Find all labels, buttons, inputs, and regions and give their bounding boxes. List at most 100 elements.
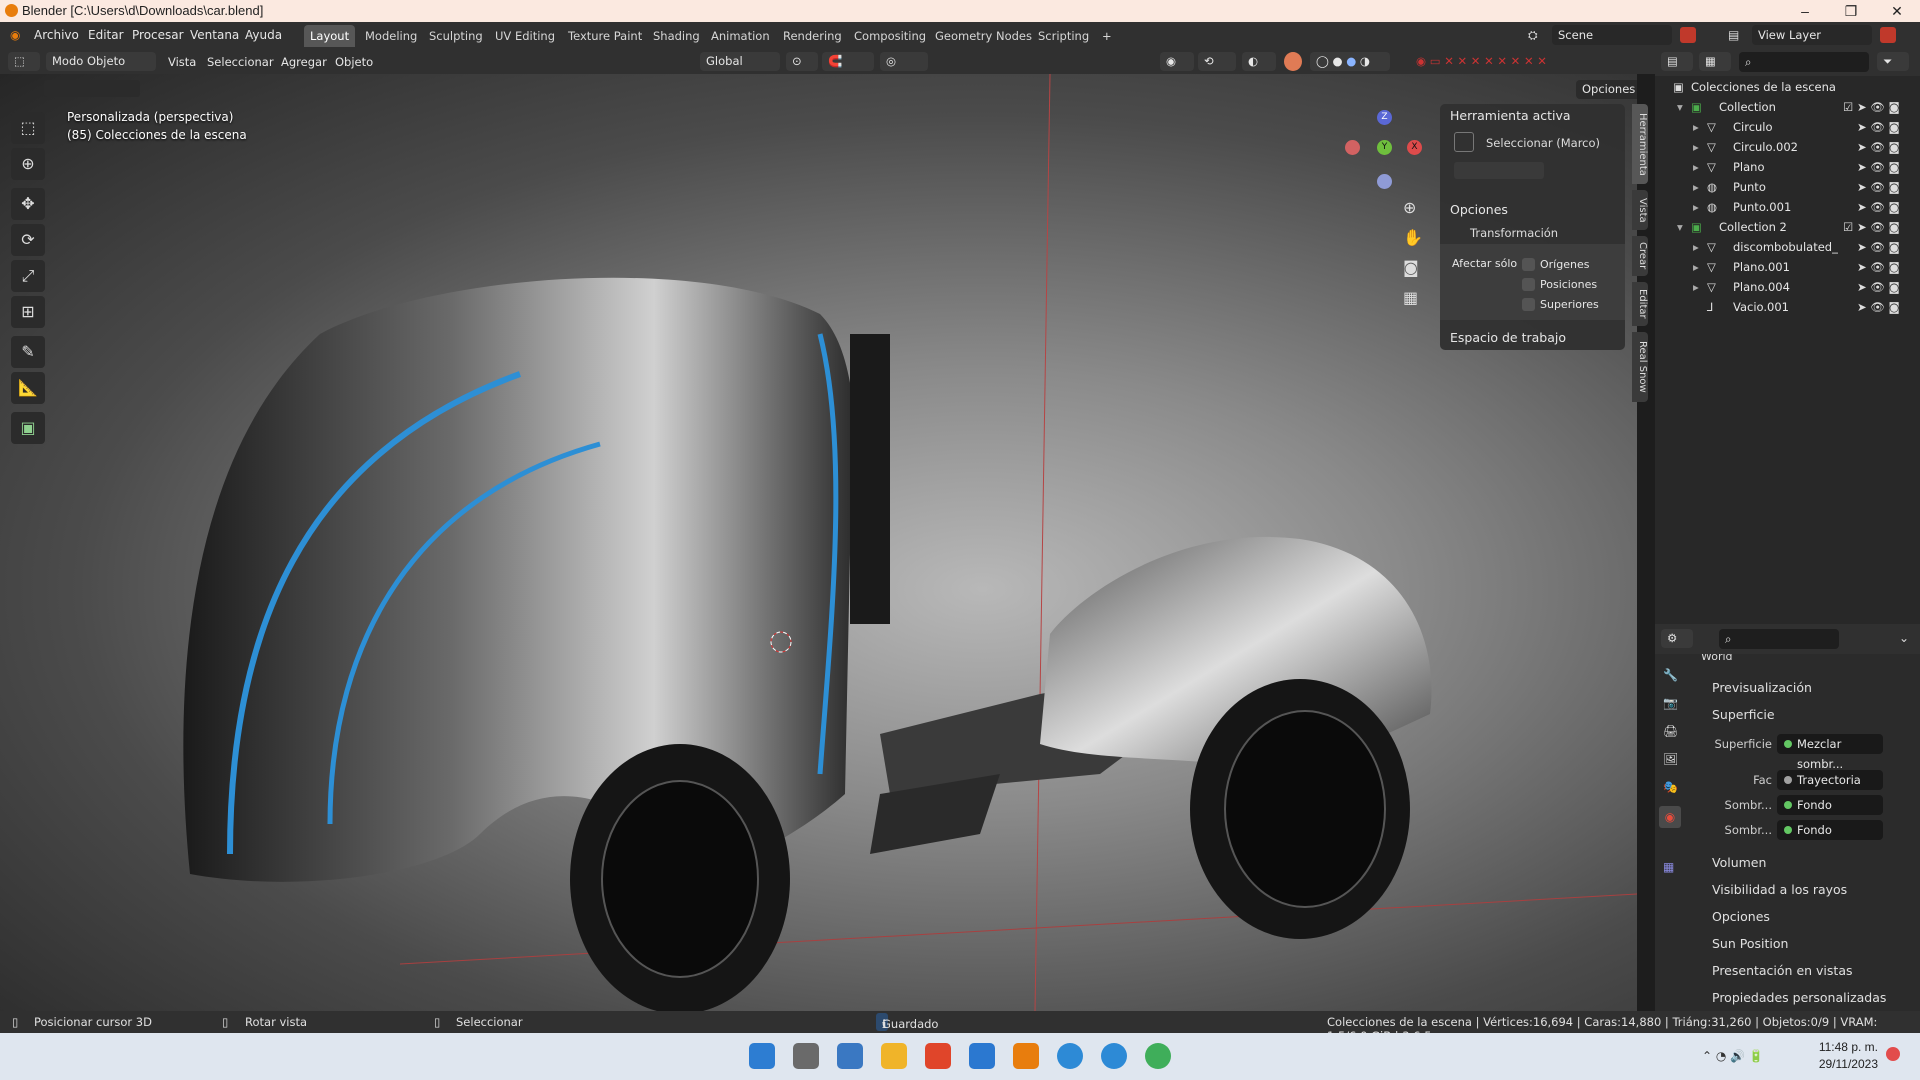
view-layer-tab-icon[interactable]: 🖼: [1663, 752, 1678, 766]
tab-herramienta[interactable]: Herramienta: [1632, 104, 1648, 184]
file-explorer-icon[interactable]: [881, 1043, 907, 1069]
expand-arrow-icon[interactable]: ▸: [1693, 180, 1699, 194]
row-controls-icons[interactable]: ☑ ➤ 👁 ◙: [1843, 100, 1900, 114]
section-preview[interactable]: Previsualización: [1712, 680, 1812, 695]
outliner-item-plano-004[interactable]: ▸ ▽ Plano.004 ➤ 👁 ◙: [1655, 277, 1920, 297]
xray-icon[interactable]: [1284, 52, 1302, 71]
blender-taskbar-icon[interactable]: [1013, 1043, 1039, 1069]
texture-tab-icon[interactable]: ▦: [1663, 860, 1674, 874]
checkbox-origins[interactable]: [1522, 258, 1535, 271]
row-controls-icons[interactable]: ➤ 👁 ◙: [1857, 200, 1900, 214]
scene-tab-icon[interactable]: 🎭: [1663, 780, 1678, 794]
properties-search-input[interactable]: ⌕: [1719, 629, 1839, 649]
filter-icon[interactable]: ⏷: [1877, 52, 1909, 71]
menu-procesar[interactable]: Procesar: [132, 28, 184, 42]
section-sun-position[interactable]: Sun Position: [1712, 936, 1788, 951]
outliner-item-plano[interactable]: ▸ ▽ Plano ➤ 👁 ◙: [1655, 157, 1920, 177]
gizmo-neg-z-axis[interactable]: [1377, 174, 1392, 189]
fac-field[interactable]: Trayectoria de...: [1777, 770, 1883, 807]
transform-tool-icon[interactable]: ⊞: [11, 296, 45, 328]
section-ray-visibility[interactable]: Visibilidad a los rayos: [1712, 882, 1847, 897]
minimize-button[interactable]: –: [1782, 0, 1828, 22]
row-controls-icons[interactable]: ☑ ➤ 👁 ◙: [1843, 220, 1900, 234]
mode-selector[interactable]: Modo Objeto: [46, 52, 156, 71]
scene-icon[interactable]: ⛭: [1528, 28, 1538, 43]
expand-arrow-icon[interactable]: ▸: [1693, 240, 1699, 254]
outliner-item-collection[interactable]: ▾ ▣ Collection ☑ ➤ 👁 ◙: [1655, 97, 1920, 117]
blender-menu-icon[interactable]: ◉: [10, 28, 20, 42]
active-tool-header[interactable]: Herramienta activa: [1450, 108, 1571, 123]
editor-type-icon[interactable]: ⬚: [8, 52, 40, 71]
menu-agregar[interactable]: Agregar: [281, 55, 327, 69]
surface-shader-field[interactable]: Mezclar sombr...: [1777, 734, 1883, 771]
tab-sculpting[interactable]: Sculpting: [423, 25, 489, 47]
overlays-icon[interactable]: ◐: [1242, 52, 1276, 71]
outliner-item-collection-2[interactable]: ▾ ▣ Collection 2 ☑ ➤ 👁 ◙: [1655, 217, 1920, 237]
section-options[interactable]: Opciones: [1712, 909, 1770, 924]
tab-vista[interactable]: Vista: [1632, 190, 1648, 230]
pan-hand-icon[interactable]: ✋: [1403, 228, 1423, 247]
transform-orientation-selector[interactable]: Global: [700, 52, 780, 71]
row-controls-icons[interactable]: ➤ 👁 ◙: [1857, 120, 1900, 134]
outliner-item-plano-001[interactable]: ▸ ▽ Plano.001 ➤ 👁 ◙: [1655, 257, 1920, 277]
options-dropdown[interactable]: Opciones: [1576, 80, 1637, 99]
tab-scripting[interactable]: Scripting: [1032, 25, 1095, 47]
world-tab-icon[interactable]: ◉: [1659, 806, 1681, 828]
app-icon[interactable]: [969, 1043, 995, 1069]
options-header[interactable]: Opciones: [1450, 202, 1508, 217]
edge-icon[interactable]: [1145, 1043, 1171, 1069]
scale-tool-icon[interactable]: ⤢: [11, 260, 45, 292]
task-view-icon[interactable]: [793, 1043, 819, 1069]
expand-arrow-icon[interactable]: ▸: [1693, 120, 1699, 134]
gizmo-toggle-icon[interactable]: ⟲: [1198, 52, 1236, 71]
tab-animation[interactable]: Animation: [705, 25, 776, 47]
section-viewport-display[interactable]: Presentación en vistas: [1712, 963, 1853, 978]
section-custom-properties[interactable]: Propiedades personalizadas: [1712, 990, 1886, 1005]
browser-icon[interactable]: [1057, 1043, 1083, 1069]
ortho-grid-icon[interactable]: ▦: [1403, 288, 1418, 307]
outliner-item-vacio-001[interactable]: ⅃ Vacio.001 ➤ 👁 ◙: [1655, 297, 1920, 317]
tab-modeling[interactable]: Modeling: [359, 25, 423, 47]
new-scene-icon[interactable]: [1680, 27, 1696, 43]
view-layer-selector[interactable]: View Layer: [1752, 25, 1872, 45]
display-mode-icon[interactable]: ▦: [1699, 52, 1731, 71]
photos-app-icon[interactable]: [837, 1043, 863, 1069]
expand-arrow-icon[interactable]: ▸: [1693, 280, 1699, 294]
proportional-edit-icon[interactable]: ◎: [880, 52, 928, 71]
tab-editar[interactable]: Editar: [1632, 282, 1648, 326]
gizmo-x-axis[interactable]: X: [1407, 140, 1422, 155]
tab-compositing[interactable]: Compositing: [848, 25, 932, 47]
output-tab-icon[interactable]: 🖨: [1663, 724, 1678, 738]
menu-seleccionar[interactable]: Seleccionar: [207, 55, 274, 69]
tab-texture-paint[interactable]: Texture Paint: [562, 25, 648, 47]
snap-icon[interactable]: 🧲: [822, 52, 874, 71]
menu-archivo[interactable]: Archivo: [34, 28, 79, 42]
shader1-field[interactable]: Fondo: [1777, 795, 1883, 815]
clock-date[interactable]: 29/11/2023: [1798, 1057, 1878, 1071]
row-controls-icons[interactable]: ➤ 👁 ◙: [1857, 280, 1900, 294]
checkbox-positions[interactable]: [1522, 278, 1535, 291]
row-controls-icons[interactable]: ➤ 👁 ◙: [1857, 140, 1900, 154]
expand-arrow-icon[interactable]: ▸: [1693, 160, 1699, 174]
scene-selector[interactable]: Scene: [1552, 25, 1672, 45]
expand-arrow-icon[interactable]: ▾: [1677, 100, 1683, 114]
menu-ayuda[interactable]: Ayuda: [245, 28, 282, 42]
gizmo-neg-x-axis[interactable]: [1345, 140, 1360, 155]
camera-view-icon[interactable]: ◙: [1403, 258, 1419, 277]
render-tab-icon[interactable]: 📷: [1663, 696, 1678, 710]
row-controls-icons[interactable]: ➤ 👁 ◙: [1857, 260, 1900, 274]
new-view-layer-icon[interactable]: [1880, 27, 1896, 43]
row-controls-icons[interactable]: ➤ 👁 ◙: [1857, 300, 1900, 314]
expand-arrow-icon[interactable]: ▸: [1693, 140, 1699, 154]
move-tool-icon[interactable]: ✥: [11, 188, 45, 220]
row-controls-icons[interactable]: ➤ 👁 ◙: [1857, 160, 1900, 174]
outliner-item-circulo[interactable]: ▸ ▽ Circulo ➤ 👁 ◙: [1655, 117, 1920, 137]
maximize-button[interactable]: ❐: [1828, 0, 1874, 22]
tab-rendering[interactable]: Rendering: [777, 25, 848, 47]
tab-real-snow[interactable]: Real Snow: [1632, 332, 1648, 402]
expand-arrow-icon[interactable]: ▸: [1693, 260, 1699, 274]
section-surface[interactable]: Superficie: [1712, 707, 1775, 722]
expand-arrow-icon[interactable]: ▸: [1693, 200, 1699, 214]
measure-tool-icon[interactable]: 📐: [11, 372, 45, 404]
selection-mode-buttons[interactable]: [44, 80, 140, 97]
